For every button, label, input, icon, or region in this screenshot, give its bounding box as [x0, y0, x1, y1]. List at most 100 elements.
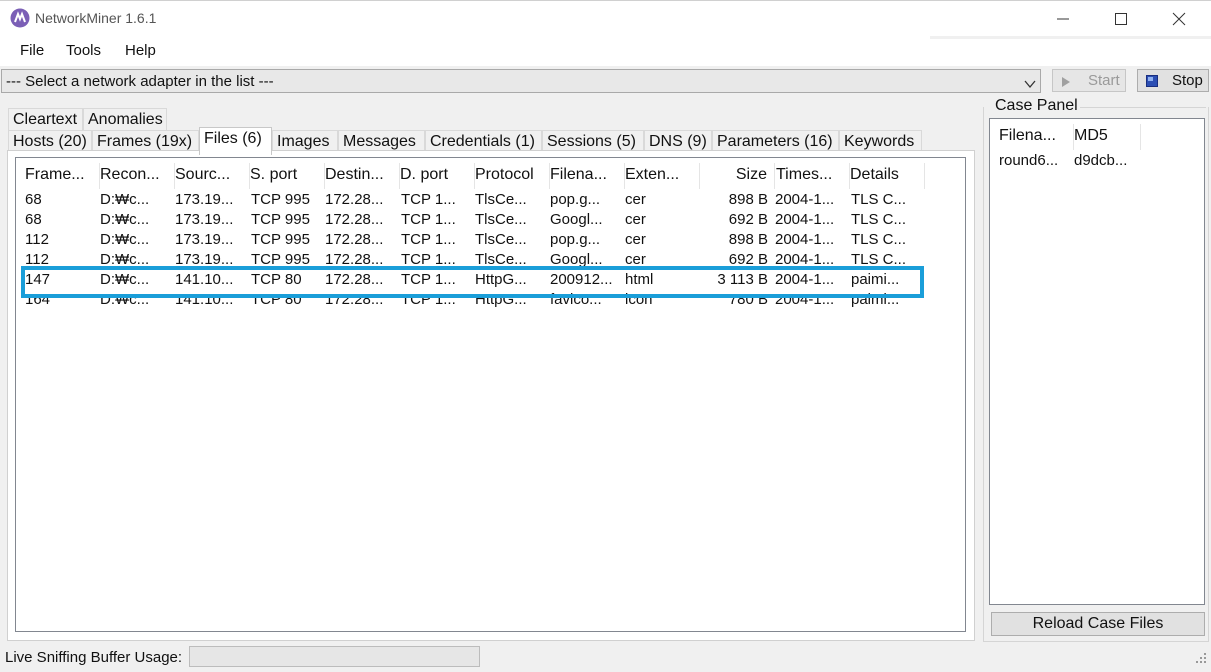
cell-md5: d9dcb...: [1074, 152, 1128, 169]
toolbar: --- Select a network adapter in the list…: [0, 66, 1211, 96]
table-row-highlighted[interactable]: 147 D:₩c... 141.10... TCP 80 172.28... T…: [25, 271, 925, 291]
column-header-destination-port[interactable]: D. port: [400, 163, 475, 189]
column-header-source-port[interactable]: S. port: [250, 163, 325, 189]
cell-timestamp: 2004-1...: [775, 291, 835, 308]
cell-reconstructed: D:₩c...: [100, 191, 150, 208]
cell-timestamp: 2004-1...: [775, 271, 835, 288]
cell-source: 173.19...: [175, 211, 234, 228]
cell-reconstructed: D:₩c...: [100, 231, 150, 248]
cell-frame: 112: [25, 251, 49, 268]
case-files-list[interactable]: Filena... MD5 round6... d9dcb...: [989, 118, 1205, 605]
cell-reconstructed: D:₩c...: [100, 291, 150, 308]
cell-filename: favico...: [550, 291, 602, 308]
cell-extension: cer: [625, 231, 646, 248]
cell-destination: 172.28...: [325, 271, 384, 288]
cell-protocol: TlsCe...: [475, 211, 527, 228]
start-button[interactable]: Start: [1052, 69, 1126, 92]
cell-timestamp: 2004-1...: [775, 251, 835, 268]
column-header-details[interactable]: Details: [850, 163, 925, 189]
cell-source: 173.19...: [175, 231, 234, 248]
cell-destination-port: TCP 1...: [401, 291, 456, 308]
cell-protocol: TlsCe...: [475, 191, 527, 208]
start-label: Start: [1088, 72, 1120, 89]
table-row[interactable]: 68 D:₩c... 173.19... TCP 995 172.28... T…: [25, 191, 925, 211]
cell-frame: 68: [25, 211, 42, 228]
menu-help[interactable]: Help: [125, 42, 156, 59]
column-header-size[interactable]: Size: [700, 163, 775, 189]
cell-details: TLS C...: [851, 231, 907, 248]
column-header-case-filename[interactable]: Filena...: [999, 124, 1074, 150]
cell-details: TLS C...: [851, 251, 907, 268]
cell-source-port: TCP 995: [251, 231, 310, 248]
networkminer-logo-icon: [10, 8, 30, 28]
cell-destination-port: TCP 1...: [401, 271, 456, 288]
menu-tools[interactable]: Tools: [66, 42, 101, 59]
cell-filename: pop.g...: [550, 231, 601, 248]
cell-filename: Googl...: [550, 251, 603, 268]
cell-case-filename: round6...: [999, 152, 1059, 169]
tab-cleartext[interactable]: Cleartext: [8, 108, 83, 132]
cell-source-port: TCP 995: [251, 211, 310, 228]
table-row[interactable]: 112 D:₩c... 173.19... TCP 995 172.28... …: [25, 251, 925, 271]
cell-source-port: TCP 995: [251, 251, 310, 268]
cell-destination-port: TCP 1...: [401, 191, 456, 208]
cell-filename: pop.g...: [550, 191, 601, 208]
column-header-protocol[interactable]: Protocol: [475, 163, 550, 189]
list-item[interactable]: round6... d9dcb...: [999, 152, 1199, 172]
close-icon: [1172, 12, 1186, 26]
cell-source: 141.10...: [175, 291, 234, 308]
cell-frame: 112: [25, 231, 49, 248]
cell-destination-port: TCP 1...: [401, 251, 456, 268]
reload-case-files-button[interactable]: Reload Case Files: [991, 612, 1205, 636]
tab-files[interactable]: Files (6): [199, 127, 272, 155]
minimize-icon: [1057, 18, 1069, 20]
cell-extension: html: [625, 271, 654, 288]
column-header-extension[interactable]: Exten...: [625, 163, 700, 189]
stop-icon: [1146, 74, 1158, 91]
column-header-timestamp[interactable]: Times...: [775, 163, 850, 189]
cell-extension: icon: [625, 291, 653, 308]
cell-size: 3 113 B: [717, 271, 768, 288]
files-list[interactable]: Frame... Recon... Sourc... S. port Desti…: [15, 157, 966, 632]
cell-destination: 172.28...: [325, 231, 384, 248]
files-list-header: Frame... Recon... Sourc... S. port Desti…: [25, 163, 925, 189]
resize-grip-icon[interactable]: [1195, 651, 1207, 668]
close-button[interactable]: [1151, 1, 1209, 37]
menu-file[interactable]: File: [20, 42, 44, 59]
cell-timestamp: 2004-1...: [775, 211, 835, 228]
cell-details: TLS C...: [851, 211, 907, 228]
table-row[interactable]: 112 D:₩c... 173.19... TCP 995 172.28... …: [25, 231, 925, 251]
cell-reconstructed: D:₩c...: [100, 251, 150, 268]
table-row[interactable]: 164 D:₩c... 141.10... TCP 80 172.28... T…: [25, 291, 925, 311]
column-header-frame[interactable]: Frame...: [25, 163, 100, 189]
tab-anomalies[interactable]: Anomalies: [83, 108, 167, 132]
stop-label: Stop: [1172, 72, 1203, 89]
column-header-destination[interactable]: Destin...: [325, 163, 400, 189]
chevron-down-icon: [1024, 76, 1036, 93]
cell-source-port: TCP 80: [251, 291, 302, 308]
files-tab-panel: Frame... Recon... Sourc... S. port Desti…: [7, 150, 975, 641]
cell-protocol: TlsCe...: [475, 231, 527, 248]
table-row[interactable]: 68 D:₩c... 173.19... TCP 995 172.28... T…: [25, 211, 925, 231]
stop-button[interactable]: Stop: [1137, 69, 1209, 92]
window-title: NetworkMiner 1.6.1: [35, 10, 157, 26]
cell-protocol: HttpG...: [475, 291, 527, 308]
title-bar: NetworkMiner 1.6.1: [0, 0, 1211, 36]
buffer-usage-label: Live Sniffing Buffer Usage:: [5, 649, 183, 666]
cell-size: 898 B: [728, 231, 768, 248]
column-header-md5[interactable]: MD5: [1074, 124, 1141, 150]
buffer-usage-progress-bar: [189, 646, 480, 667]
minimize-button[interactable]: [1035, 1, 1093, 37]
column-header-reconstructed[interactable]: Recon...: [100, 163, 175, 189]
column-header-filename[interactable]: Filena...: [550, 163, 625, 189]
column-header-source[interactable]: Sourc...: [175, 163, 250, 189]
cell-extension: cer: [625, 191, 646, 208]
maximize-button[interactable]: [1093, 1, 1151, 37]
cell-filename: 200912...: [550, 271, 613, 288]
cell-destination: 172.28...: [325, 291, 384, 308]
network-adapter-select[interactable]: --- Select a network adapter in the list…: [1, 69, 1041, 93]
cell-frame: 164: [25, 291, 51, 308]
cell-size: 692 B: [728, 251, 768, 268]
cell-destination: 172.28...: [325, 251, 384, 268]
cell-timestamp: 2004-1...: [775, 191, 835, 208]
